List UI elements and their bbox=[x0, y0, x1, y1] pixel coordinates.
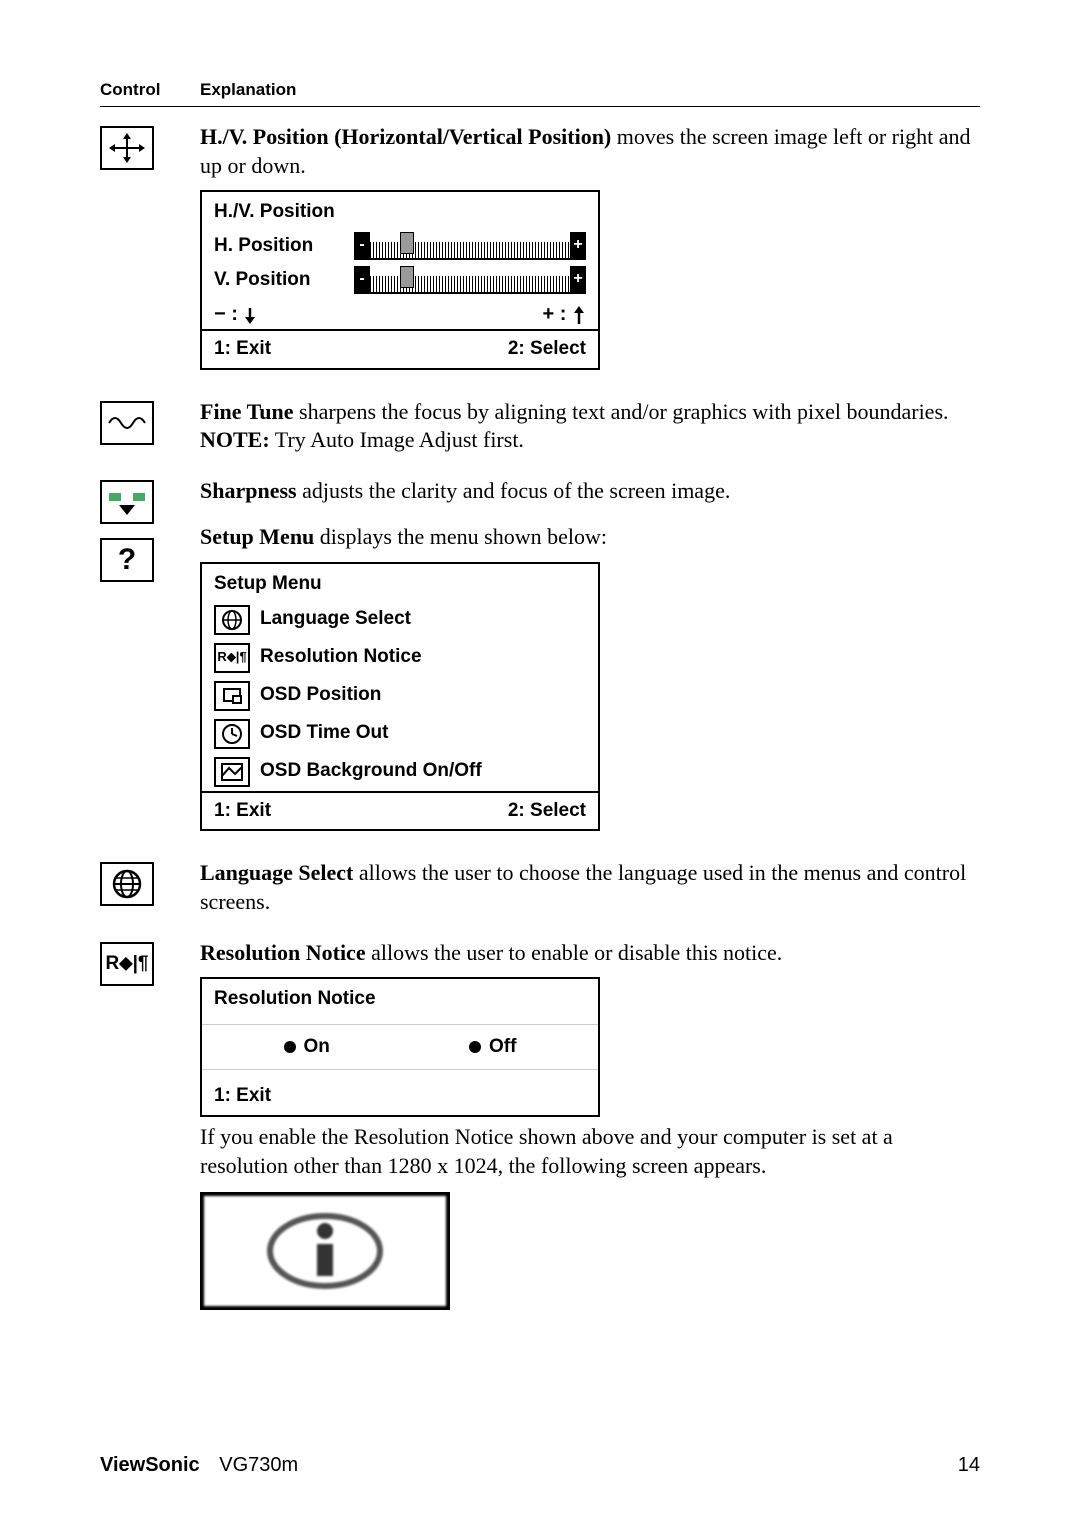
setup-select-label: 2: Select bbox=[508, 799, 586, 824]
resolution-on-option: On bbox=[284, 1035, 330, 1060]
section-language: Language Select allows the user to choos… bbox=[100, 859, 980, 916]
setup-item-osd-timeout: OSD Time Out bbox=[202, 715, 598, 753]
clock-icon bbox=[214, 719, 250, 749]
question-mark-icon: ? bbox=[100, 538, 154, 582]
hv-description: H./V. Position (Horizontal/Vertical Posi… bbox=[200, 123, 980, 180]
sharpness-icon bbox=[100, 480, 154, 524]
hv-exit-label: 1: Exit bbox=[214, 337, 271, 362]
bullet-icon bbox=[284, 1041, 296, 1053]
setup-item-label: OSD Background On/Off bbox=[260, 759, 482, 784]
section-fine-tune: Fine Tune sharpens the focus by aligning… bbox=[100, 398, 980, 455]
slider-thumb-icon bbox=[400, 232, 414, 254]
language-description: Language Select allows the user to choos… bbox=[200, 859, 980, 916]
setup-item-osd-background: OSD Background On/Off bbox=[202, 753, 598, 791]
minus-icon: - bbox=[354, 266, 370, 294]
finetune-note-bold: NOTE: bbox=[200, 427, 270, 452]
v-position-row: V. Position - + bbox=[202, 263, 598, 297]
setup-title-rest: displays the menu shown below: bbox=[314, 524, 607, 549]
minus-hint: − : bbox=[214, 301, 257, 327]
sharpness-description: Sharpness adjusts the clarity and focus … bbox=[200, 477, 980, 506]
v-position-slider: - + bbox=[354, 266, 586, 294]
page-footer: ViewSonic VG730m 14 bbox=[100, 1454, 980, 1477]
v-position-label: V. Position bbox=[214, 268, 354, 293]
globe-icon bbox=[214, 605, 250, 635]
resolution-icon: R⬥|¶ bbox=[100, 942, 154, 986]
slider-thumb-icon bbox=[400, 266, 414, 288]
setup-exit-label: 1: Exit bbox=[214, 799, 271, 824]
hv-select-label: 2: Select bbox=[508, 337, 586, 362]
hv-title-bold: H./V. Position (Horizontal/Vertical Posi… bbox=[200, 124, 611, 149]
resolution-title-rest: allows the user to enable or disable thi… bbox=[366, 940, 783, 965]
background-icon bbox=[214, 757, 250, 787]
footer-model: VG730m bbox=[219, 1454, 298, 1476]
setup-osd-title: Setup Menu bbox=[202, 564, 598, 601]
globe-icon bbox=[100, 862, 154, 906]
setup-item-resolution: R⬥|¶ Resolution Notice bbox=[202, 639, 598, 677]
on-label: On bbox=[304, 1035, 330, 1060]
finetune-description: Fine Tune sharpens the focus by aligning… bbox=[200, 398, 980, 427]
h-position-slider: - + bbox=[354, 232, 586, 260]
resolution-description: Resolution Notice allows the user to ena… bbox=[200, 939, 980, 968]
section-sharpness-setup: ? Sharpness adjusts the clarity and focu… bbox=[100, 477, 980, 838]
finetune-note: NOTE: Try Auto Image Adjust first. bbox=[200, 426, 980, 455]
setup-item-osd-position: OSD Position bbox=[202, 677, 598, 715]
header-divider bbox=[100, 106, 980, 107]
fine-tune-wave-icon bbox=[100, 401, 154, 445]
plus-icon: + bbox=[570, 266, 586, 294]
minus-icon: - bbox=[354, 232, 370, 260]
finetune-note-rest: Try Auto Image Adjust first. bbox=[270, 427, 524, 452]
setup-item-language: Language Select bbox=[202, 601, 598, 639]
finetune-title-bold: Fine Tune bbox=[200, 399, 294, 424]
resolution-off-option: Off bbox=[469, 1035, 516, 1060]
resolution-after-text: If you enable the Resolution Notice show… bbox=[200, 1123, 980, 1180]
header-explanation: Explanation bbox=[200, 80, 296, 100]
position-icon bbox=[214, 681, 250, 711]
resolution-osd-panel: Resolution Notice On Off 1: Exit bbox=[200, 977, 600, 1117]
resolution-exit-label: 1: Exit bbox=[202, 1078, 598, 1115]
plus-hint: + : bbox=[543, 301, 586, 327]
footer-brand: ViewSonic bbox=[100, 1454, 200, 1476]
setup-description: Setup Menu displays the menu shown below… bbox=[200, 523, 980, 552]
plus-icon: + bbox=[570, 232, 586, 260]
hv-hint-row: − : + : bbox=[202, 297, 598, 329]
resolution-osd-title: Resolution Notice bbox=[202, 979, 598, 1016]
table-header: Control Explanation bbox=[100, 80, 980, 100]
resolution-title-bold: Resolution Notice bbox=[200, 940, 366, 965]
footer-page-number: 14 bbox=[958, 1454, 980, 1477]
footer-left: ViewSonic VG730m bbox=[100, 1454, 298, 1477]
move-arrows-icon bbox=[100, 126, 154, 170]
resolution-options: On Off bbox=[202, 1024, 598, 1071]
setup-title-bold: Setup Menu bbox=[200, 524, 314, 549]
sharpness-title-bold: Sharpness bbox=[200, 478, 297, 503]
setup-item-label: OSD Time Out bbox=[260, 721, 388, 746]
info-popup-image bbox=[200, 1192, 450, 1310]
header-control: Control bbox=[100, 80, 200, 100]
sharpness-title-rest: adjusts the clarity and focus of the scr… bbox=[297, 478, 731, 503]
section-resolution: R⬥|¶ Resolution Notice allows the user t… bbox=[100, 939, 980, 1311]
h-position-label: H. Position bbox=[214, 234, 354, 259]
setup-osd-footer: 1: Exit 2: Select bbox=[202, 791, 598, 830]
finetune-title-rest: sharpens the focus by aligning text and/… bbox=[294, 399, 949, 424]
section-hv-position: H./V. Position (Horizontal/Vertical Posi… bbox=[100, 123, 980, 376]
bullet-icon bbox=[469, 1041, 481, 1053]
setup-item-label: Resolution Notice bbox=[260, 645, 422, 670]
resolution-icon: R⬥|¶ bbox=[214, 643, 250, 673]
off-label: Off bbox=[489, 1035, 516, 1060]
setup-osd-panel: Setup Menu Language Select R⬥|¶ Resoluti… bbox=[200, 562, 600, 831]
h-position-row: H. Position - + bbox=[202, 229, 598, 263]
hv-osd-title: H./V. Position bbox=[202, 192, 598, 229]
hv-osd-footer: 1: Exit 2: Select bbox=[202, 329, 598, 368]
setup-item-label: OSD Position bbox=[260, 683, 381, 708]
hv-osd-panel: H./V. Position H. Position - + V. Positi… bbox=[200, 190, 600, 369]
setup-item-label: Language Select bbox=[260, 607, 411, 632]
language-title-bold: Language Select bbox=[200, 860, 353, 885]
